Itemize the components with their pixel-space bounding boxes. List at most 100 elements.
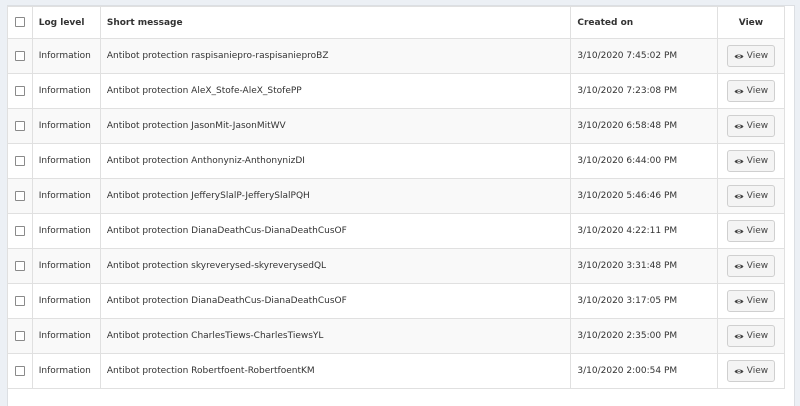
table-row: Information Antibot protection Robertfoe… [7,353,786,389]
view-button[interactable]: View [726,325,775,347]
view-button-label: View [746,331,769,341]
log-level-cell: Information [31,353,101,389]
row-checkbox[interactable] [14,120,25,131]
row-checkbox[interactable] [14,155,25,166]
view-cell: View [716,213,786,249]
view-button-label: View [746,296,769,306]
row-select-cell [7,353,33,389]
short-message-cell: Antibot protection JasonMit-JasonMitWV [99,108,572,144]
created-on-cell: 3/10/2020 6:58:48 PM [570,108,718,144]
row-select-cell [7,73,33,109]
short-message-cell: Antibot protection DianaDeathCus-DianaDe… [99,213,572,249]
view-button[interactable]: View [726,360,775,382]
short-message-cell: Antibot protection DianaDeathCus-DianaDe… [99,283,572,319]
view-button[interactable]: View [726,220,775,242]
view-button-label: View [746,191,769,201]
log-level-cell: Information [31,248,101,284]
table-body: Information Antibot protection raspisani… [7,38,786,389]
view-button[interactable]: View [726,290,775,312]
view-button[interactable]: View [726,255,775,277]
eye-icon [734,193,744,200]
eye-icon [734,228,744,235]
row-select-cell [7,213,33,249]
log-level-cell: Information [31,213,101,249]
log-level-cell: Information [31,108,101,144]
view-cell: View [716,38,786,74]
header-short-message[interactable]: Short message [99,6,572,39]
row-select-cell [7,143,33,179]
table-row: Information Antibot protection Anthonyni… [7,143,786,179]
view-cell: View [716,318,786,354]
log-level-cell: Information [31,73,101,109]
header-created-on[interactable]: Created on [570,6,718,39]
view-cell: View [716,178,786,214]
eye-icon [734,158,744,165]
view-button[interactable]: View [726,150,775,172]
eye-icon [734,263,744,270]
log-level-cell: Information [31,38,101,74]
table-row: Information Antibot protection JasonMit-… [7,108,786,144]
view-button[interactable]: View [726,80,775,102]
row-checkbox[interactable] [14,295,25,306]
table-row: Information Antibot protection AleX_Stof… [7,73,786,109]
eye-icon [734,333,744,340]
header-row: Log level Short message Created on View [7,6,786,39]
created-on-cell: 3/10/2020 3:31:48 PM [570,248,718,284]
short-message-cell: Antibot protection Robertfoent-Robertfoe… [99,353,572,389]
row-checkbox[interactable] [14,50,25,61]
log-level-cell: Information [31,143,101,179]
log-table: Log level Short message Created on View … [7,6,786,389]
created-on-cell: 3/10/2020 2:00:54 PM [570,353,718,389]
created-on-cell: 3/10/2020 6:44:00 PM [570,143,718,179]
table-row: Information Antibot protection raspisani… [7,38,786,74]
eye-icon [734,123,744,130]
table-row: Information Antibot protection skyrevery… [7,248,786,284]
view-button[interactable]: View [726,115,775,137]
table-row: Information Antibot protection DianaDeat… [7,283,786,319]
created-on-cell: 3/10/2020 5:46:46 PM [570,178,718,214]
table-header: Log level Short message Created on View [7,6,786,39]
created-on-cell: 3/10/2020 3:17:05 PM [570,283,718,319]
eye-icon [734,53,744,60]
view-button-label: View [746,156,769,166]
short-message-cell: Antibot protection AleX_Stofe-AleX_Stofe… [99,73,572,109]
view-cell: View [716,73,786,109]
header-view: View [716,6,786,39]
view-button-label: View [746,226,769,236]
log-level-cell: Information [31,318,101,354]
row-select-cell [7,108,33,144]
created-on-cell: 3/10/2020 7:23:08 PM [570,73,718,109]
row-checkbox[interactable] [14,260,25,271]
row-checkbox[interactable] [14,85,25,96]
row-select-cell [7,38,33,74]
short-message-cell: Antibot protection skyreverysed-skyrever… [99,248,572,284]
table-row: Information Antibot protection CharlesTi… [7,318,786,354]
short-message-cell: Antibot protection Anthonyniz-Anthonyniz… [99,143,572,179]
view-cell: View [716,108,786,144]
created-on-cell: 3/10/2020 2:35:00 PM [570,318,718,354]
eye-icon [734,88,744,95]
short-message-cell: Antibot protection CharlesTiews-CharlesT… [99,318,572,354]
view-button[interactable]: View [726,185,775,207]
view-button[interactable]: View [726,45,775,67]
view-cell: View [716,248,786,284]
view-button-label: View [746,51,769,61]
row-checkbox[interactable] [14,330,25,341]
eye-icon [734,298,744,305]
select-all-checkbox[interactable] [14,17,25,28]
row-select-cell [7,283,33,319]
table-row: Information Antibot protection DianaDeat… [7,213,786,249]
view-button-label: View [746,86,769,96]
view-cell: View [716,143,786,179]
row-select-cell [7,178,33,214]
short-message-cell: Antibot protection raspisaniepro-raspisa… [99,38,572,74]
created-on-cell: 3/10/2020 4:22:11 PM [570,213,718,249]
row-checkbox[interactable] [14,365,25,376]
log-level-cell: Information [31,178,101,214]
header-log-level[interactable]: Log level [31,6,101,39]
row-select-cell [7,318,33,354]
short-message-cell: Antibot protection JefferySlalP-JefferyS… [99,178,572,214]
view-cell: View [716,353,786,389]
row-checkbox[interactable] [14,190,25,201]
row-checkbox[interactable] [14,225,25,236]
